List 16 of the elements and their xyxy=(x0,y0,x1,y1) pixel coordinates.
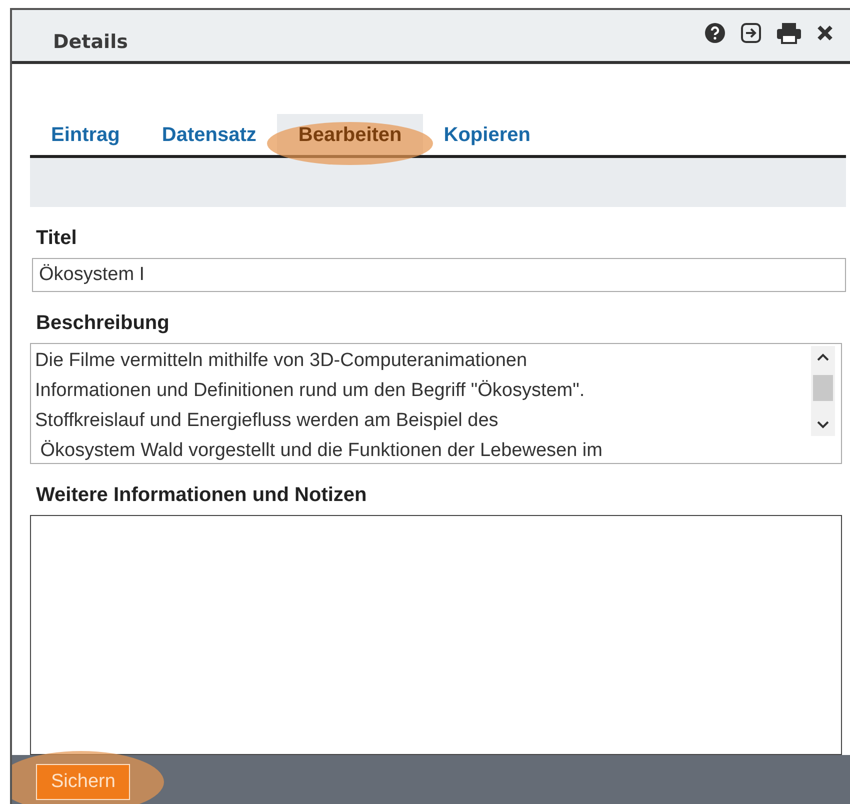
title-input[interactable]: Ökosystem I xyxy=(32,258,846,292)
notes-field[interactable] xyxy=(30,515,842,755)
description-field[interactable]: Die Filme vermitteln mithilfe von 3D-Computeranimationen Informationen und Definitionen rund um den Begriff "Ökosystem". Stoffkreislauf und Energiefluss werden am Beispiel des Ökosystem Wald vorgestellt und die Funktionen der Lebewesen im xyxy=(30,343,842,464)
print-icon[interactable] xyxy=(776,22,802,44)
scrollbar[interactable] xyxy=(811,346,835,436)
help-icon[interactable] xyxy=(704,22,726,44)
tab[interactable]: Bearbeiten xyxy=(277,114,423,155)
window-title: Details xyxy=(53,30,128,52)
field-label: Weitere Informationen und Notizen xyxy=(36,484,368,507)
tab[interactable]: Datensatz xyxy=(140,114,278,155)
tab[interactable]: Kopieren xyxy=(422,114,552,155)
field-label: Titel xyxy=(36,227,78,250)
exit-icon[interactable] xyxy=(740,22,762,44)
field-label: Beschreibung xyxy=(36,312,170,335)
tab[interactable]: Eintrag xyxy=(30,114,141,155)
close-icon[interactable] xyxy=(816,24,834,42)
